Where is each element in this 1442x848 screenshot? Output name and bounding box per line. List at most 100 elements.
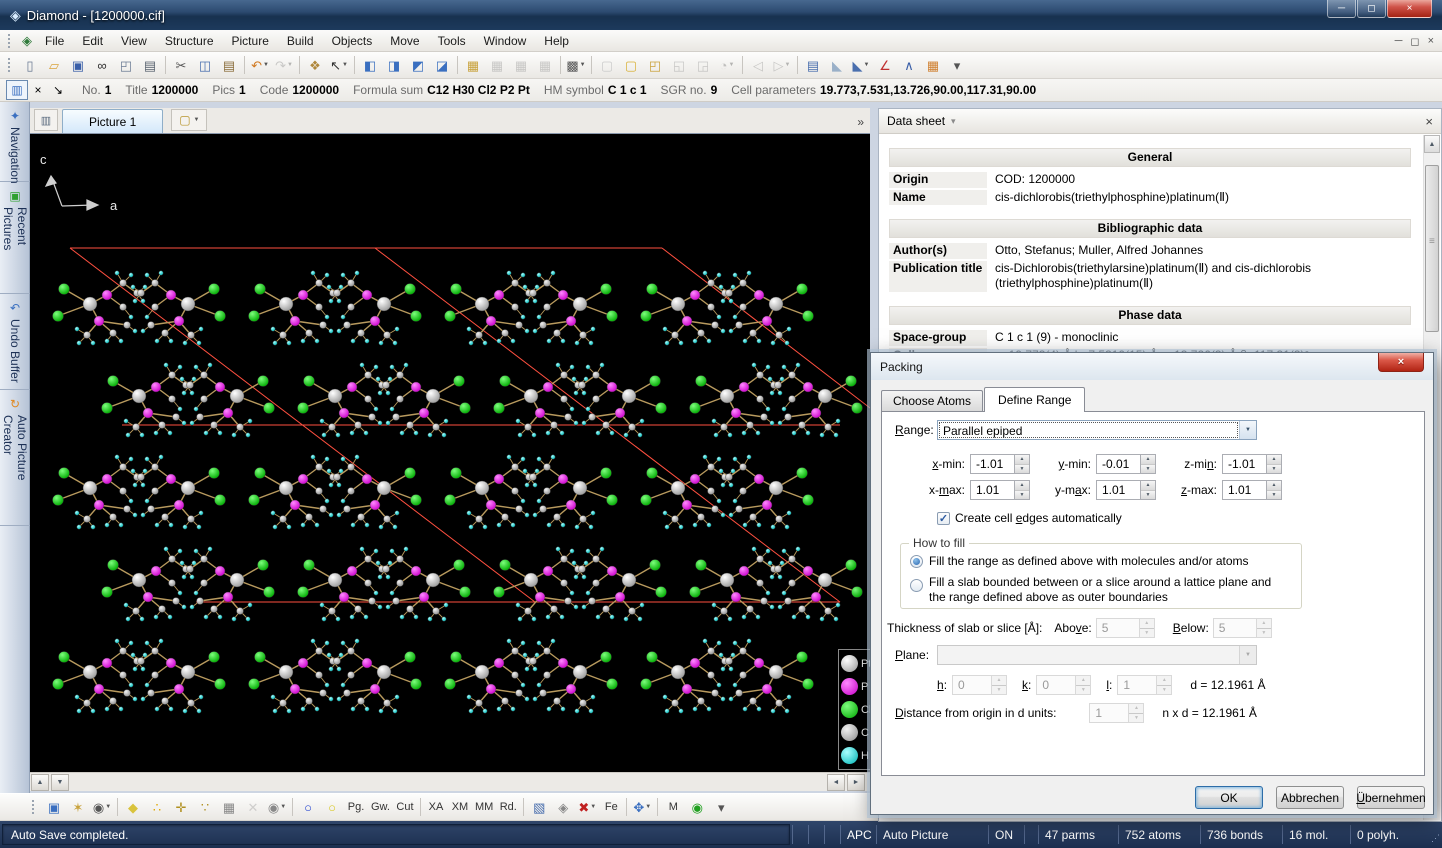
picture-props-icon[interactable]: ◱: [667, 54, 691, 76]
fill-slab-radio[interactable]: [910, 579, 923, 592]
picture-settings-icon[interactable]: ▣: [42, 796, 66, 818]
menu-picture[interactable]: Picture: [223, 30, 278, 52]
angle-widget-icon[interactable]: ∠: [873, 54, 897, 76]
find-binoculars-icon[interactable]: ∞: [90, 54, 114, 76]
picture-lock-icon[interactable]: ◲: [691, 54, 715, 76]
chevron-down-icon[interactable]: ▼: [1239, 421, 1256, 439]
scrollbar-up-icon[interactable]: ▲: [1424, 135, 1440, 153]
insert-atom-icon[interactable]: ✛: [169, 796, 193, 818]
angles-table-icon[interactable]: ▦: [485, 54, 509, 76]
sidebar-tab-auto-picture-creator[interactable]: ↻ Auto Picture Creator: [0, 390, 30, 526]
scroll-up-icon[interactable]: ▲: [31, 773, 49, 791]
copy-picture-icon[interactable]: ◰: [643, 54, 667, 76]
color-fill-icon[interactable]: ◆: [121, 796, 145, 818]
fill-range-radio[interactable]: [910, 554, 923, 568]
menu-file[interactable]: File: [36, 30, 73, 52]
print-preview-icon[interactable]: ◰: [114, 54, 138, 76]
ok-button[interactable]: OK: [1195, 786, 1263, 809]
menu-move[interactable]: Move: [381, 30, 428, 52]
menu-structure[interactable]: Structure: [156, 30, 223, 52]
menu-build[interactable]: Build: [278, 30, 323, 52]
range-combobox[interactable]: Parallel epiped ▼: [937, 420, 1257, 440]
menu-view[interactable]: View: [112, 30, 156, 52]
resize-grip[interactable]: ⋰: [1426, 825, 1440, 844]
torsions-table-icon[interactable]: ▦: [509, 54, 533, 76]
cell-box-icon[interactable]: ▧: [527, 796, 551, 818]
tab-choose-atoms[interactable]: Choose Atoms: [881, 390, 984, 411]
measure-button[interactable]: M: [661, 796, 685, 818]
menu-tools[interactable]: Tools: [429, 30, 475, 52]
sidebar-tab-recent-pictures[interactable]: ▣ Recent Pictures: [0, 182, 30, 294]
distances-table-icon[interactable]: ▦: [461, 54, 485, 76]
add-atoms-icon[interactable]: ∴: [145, 796, 169, 818]
close-button[interactable]: ×: [1387, 0, 1432, 18]
y-max-spinner[interactable]: 1.01 ▲ ▼: [1096, 480, 1156, 500]
scroll-down-icon[interactable]: ▼: [51, 773, 69, 791]
next-picture-icon[interactable]: ▷ ▼: [770, 54, 794, 76]
new-picture-tab-button[interactable]: ▢ ▼: [171, 109, 208, 131]
mdi-minimize-button[interactable]: ─: [1395, 35, 1403, 47]
mm-button[interactable]: MM: [472, 796, 496, 818]
goto-structure-icon[interactable]: ↘: [48, 81, 68, 99]
datasheet-table-icon[interactable]: ▦: [921, 54, 945, 76]
xa-button[interactable]: XA: [424, 796, 448, 818]
paste-icon[interactable]: ▤: [217, 54, 241, 76]
history-icon[interactable]: ◔ ▼: [715, 54, 739, 76]
data-sheet-close-icon[interactable]: ×: [1425, 114, 1433, 129]
tile-pictures-icon[interactable]: ▥: [34, 109, 58, 131]
close-structure-icon[interactable]: ×: [28, 81, 48, 99]
packing-dialog-close-button[interactable]: ×: [1378, 353, 1424, 372]
render-ball-icon[interactable]: ◉: [685, 796, 709, 818]
apply-button[interactable]: Übernehmen: [1356, 786, 1426, 809]
menu-window[interactable]: Window: [475, 30, 536, 52]
undo-buffer-window-icon[interactable]: ◩: [406, 54, 430, 76]
prev-picture-icon[interactable]: ◁: [746, 54, 770, 76]
symmetry-table-icon[interactable]: ▦: [533, 54, 557, 76]
tab-define-range[interactable]: Define Range: [984, 387, 1086, 412]
apc-window-icon[interactable]: ◪: [430, 54, 454, 76]
destroy-icon[interactable]: ✖ ▼: [575, 796, 599, 818]
slope-blue-icon[interactable]: ◣ ▼: [849, 54, 873, 76]
destroy-net-icon[interactable]: ✕: [241, 796, 265, 818]
pan-hand-icon[interactable]: ❖: [303, 54, 327, 76]
y-min-spinner[interactable]: -0.01 ▲ ▼: [1096, 454, 1156, 474]
x-min-spinner[interactable]: -1.01 ▲ ▼: [970, 454, 1030, 474]
polyhedron-yellow-icon[interactable]: ○: [320, 796, 344, 818]
scroll-left-icon[interactable]: ◄: [827, 773, 845, 791]
cut-icon[interactable]: ✂: [169, 54, 193, 76]
more-tabs-chevron[interactable]: »: [857, 115, 864, 129]
new-document-icon[interactable]: ▯: [18, 54, 42, 76]
select-arrow-icon[interactable]: ↖ ▼: [327, 54, 351, 76]
viewing-lens-icon[interactable]: ◉ ▼: [90, 796, 114, 818]
save-icon[interactable]: ▣: [66, 54, 90, 76]
copy-icon[interactable]: ◫: [193, 54, 217, 76]
toolbar-overflow-icon[interactable]: ▾: [709, 796, 733, 818]
x-max-spinner[interactable]: 1.01 ▲ ▼: [970, 480, 1030, 500]
structure-table-icon[interactable]: ▥: [6, 80, 28, 100]
polyhedron-blue-icon[interactable]: ○: [296, 796, 320, 818]
menu-help[interactable]: Help: [535, 30, 578, 52]
recent-pictures-window-icon[interactable]: ◨: [382, 54, 406, 76]
open-folder-icon[interactable]: ▱: [42, 54, 66, 76]
toolbar-overflow-icon[interactable]: ▾: [945, 54, 969, 76]
pin-icon[interactable]: ▾: [951, 116, 956, 127]
cut-button[interactable]: Cut: [393, 796, 417, 818]
tab-picture-1[interactable]: Picture 1: [62, 109, 164, 133]
scrollbar-thumb[interactable]: [1425, 165, 1439, 332]
scroll-right-icon[interactable]: ►: [847, 773, 865, 791]
z-min-spinner[interactable]: -1.01 ▲ ▼: [1222, 454, 1282, 474]
xm-button[interactable]: XM: [448, 796, 472, 818]
powder-diagram-icon[interactable]: ∧: [897, 54, 921, 76]
navigation-window-icon[interactable]: ◧: [358, 54, 382, 76]
lattice-plane-icon[interactable]: ◈: [551, 796, 575, 818]
cancel-button[interactable]: Abbrechen: [1276, 786, 1344, 809]
slope-white-icon[interactable]: ◣: [825, 54, 849, 76]
redo-icon[interactable]: ↷ ▼: [272, 54, 296, 76]
growth-button[interactable]: Gw.: [368, 796, 393, 818]
polygons-button[interactable]: Pg.: [344, 796, 368, 818]
rd-button[interactable]: Rd.: [496, 796, 520, 818]
build-wizard-icon[interactable]: ✶: [66, 796, 90, 818]
structure-canvas[interactable]: ca: [30, 134, 870, 772]
packing-dialog-titlebar[interactable]: Packing: [871, 353, 1433, 380]
print-icon[interactable]: ▤: [138, 54, 162, 76]
